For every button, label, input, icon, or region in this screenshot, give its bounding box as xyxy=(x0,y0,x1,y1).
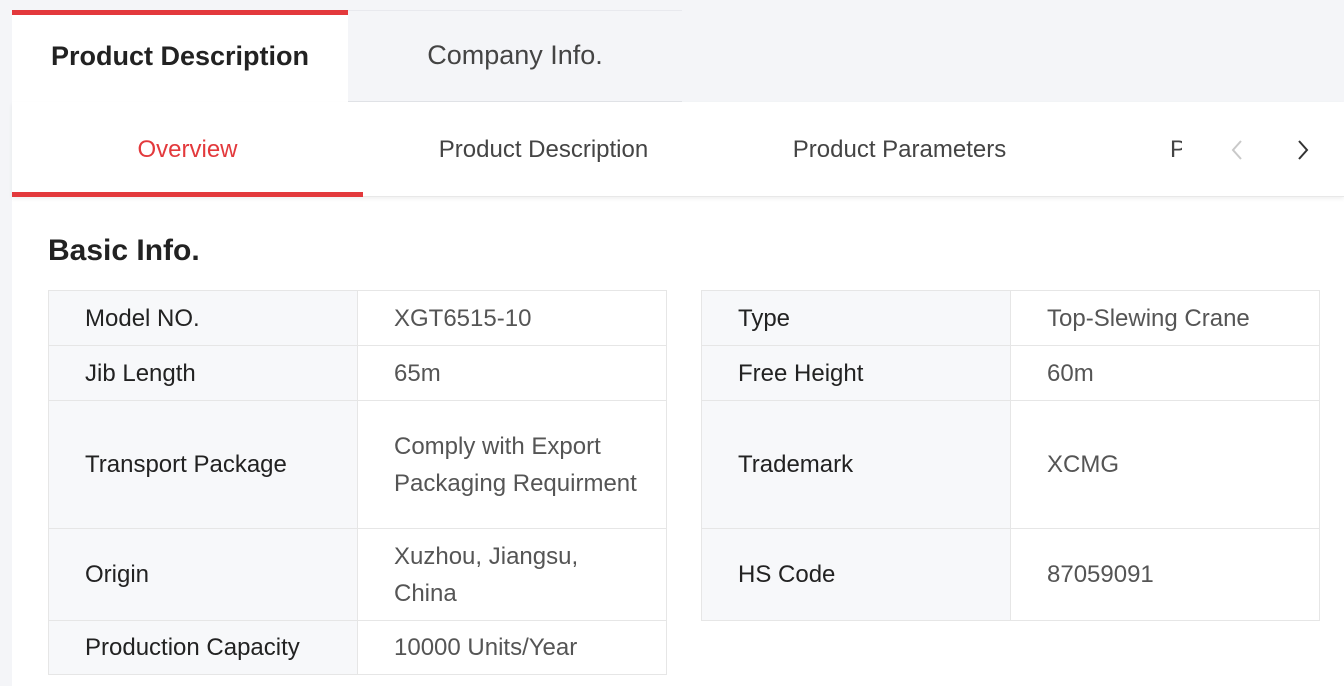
tab-product-description[interactable]: Product Description xyxy=(12,10,348,102)
section-tab-label: Overview xyxy=(137,135,238,163)
table-row: Jib Length 65m xyxy=(48,345,667,401)
basic-info-table-right: Type Top-Slewing Crane Free Height 60m T… xyxy=(701,290,1320,621)
prev-tab-button[interactable] xyxy=(1217,130,1257,170)
top-tabs: Product Description Company Info. xyxy=(12,10,1344,102)
section-tab-product-description[interactable]: Product Description xyxy=(368,102,719,197)
table-row: Free Height 60m xyxy=(701,345,1320,401)
info-label: Transport Package xyxy=(48,400,358,529)
info-label: Type xyxy=(701,290,1011,346)
info-label: Jib Length xyxy=(48,345,358,401)
table-row: Transport Package Comply with Export Pac… xyxy=(48,400,667,529)
section-tab-overview[interactable]: Overview xyxy=(12,102,363,197)
tab-label: Product Description xyxy=(50,40,310,71)
section-tab-label: Product Description xyxy=(438,135,649,163)
table-row: Model NO. XGT6515-10 xyxy=(48,290,667,346)
info-value: 87059091 xyxy=(1010,528,1320,621)
info-label: Model NO. xyxy=(48,290,358,346)
basic-info-table-left: Model NO. XGT6515-10 Jib Length 65m Tran… xyxy=(48,290,667,675)
table-row: Origin Xuzhou, Jiangsu, China xyxy=(48,528,667,621)
info-value: XGT6515-10 xyxy=(357,290,667,346)
info-label: Trademark xyxy=(701,400,1011,529)
info-label: Origin xyxy=(48,528,358,621)
table-row: Trademark XCMG xyxy=(701,400,1320,529)
section-nav: Overview Product Description Product Par… xyxy=(12,102,1344,197)
table-row: Production Capacity 10000 Units/Year xyxy=(48,620,667,675)
product-card: Overview Product Description Product Par… xyxy=(12,102,1344,686)
info-value: 10000 Units/Year xyxy=(357,620,667,675)
chevron-right-icon xyxy=(1298,140,1309,160)
tab-label: Company Info. xyxy=(427,39,603,70)
info-value: 60m xyxy=(1010,345,1320,401)
info-value: Top-Slewing Crane xyxy=(1010,290,1320,346)
next-tab-button[interactable] xyxy=(1283,130,1323,170)
table-row: HS Code 87059091 xyxy=(701,528,1320,621)
info-value: 65m xyxy=(357,345,667,401)
info-value: Comply with Export Packaging Requirment xyxy=(357,400,667,529)
basic-info-title: Basic Info. xyxy=(48,234,200,267)
chevron-left-icon xyxy=(1231,140,1242,160)
info-value: Xuzhou, Jiangsu, China xyxy=(357,528,667,621)
section-tab-label: Product Parameters xyxy=(792,135,1007,163)
section-tab-product-parameters[interactable]: Product Parameters xyxy=(724,102,1075,197)
tab-company-info[interactable]: Company Info. xyxy=(348,10,682,102)
table-row: Type Top-Slewing Crane xyxy=(701,290,1320,346)
info-label: HS Code xyxy=(701,528,1011,621)
tab-bar-filler xyxy=(682,10,1344,102)
section-tab-overflow[interactable]: P xyxy=(1170,102,1182,197)
section-tab-label: P xyxy=(1170,135,1182,163)
info-label: Free Height xyxy=(701,345,1011,401)
info-label: Production Capacity xyxy=(48,620,358,675)
info-value: XCMG xyxy=(1010,400,1320,529)
